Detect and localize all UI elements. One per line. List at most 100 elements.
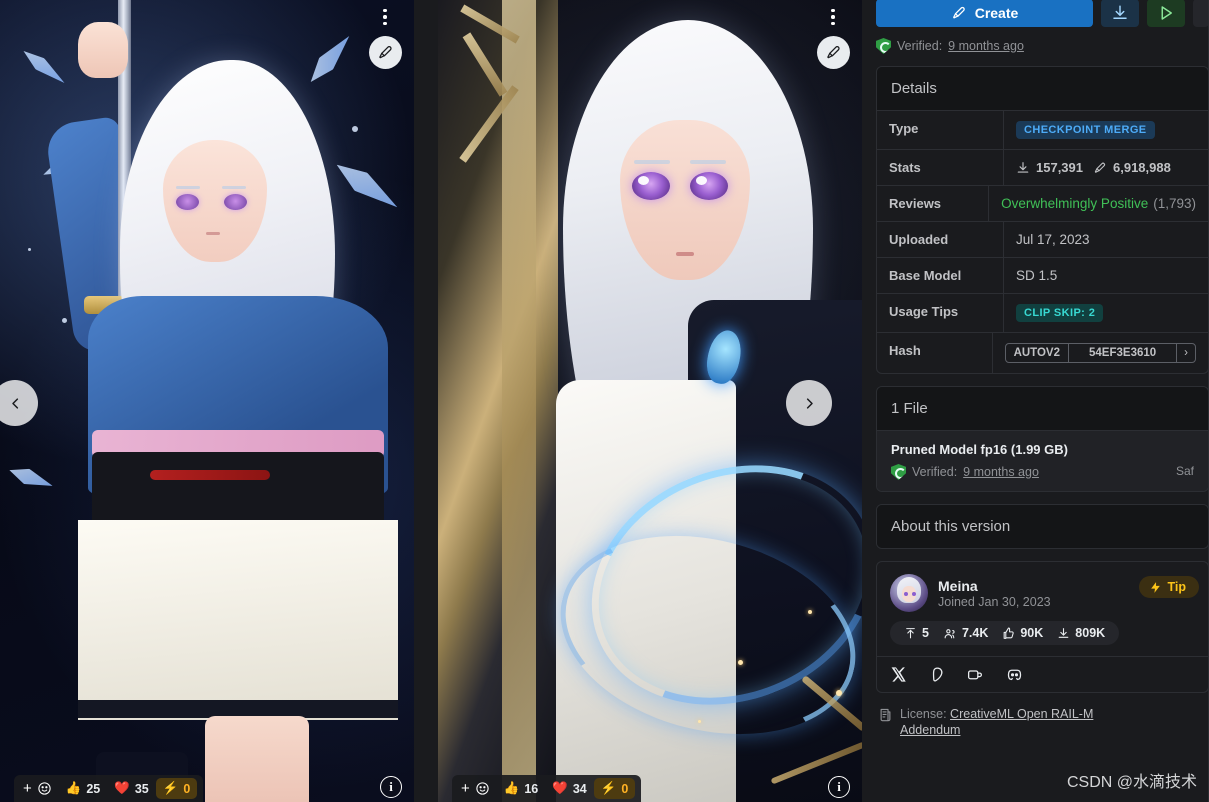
carousel-gap: [414, 0, 438, 802]
reaction-like[interactable]: 👍 25: [59, 778, 107, 799]
reaction-like-count: 25: [86, 781, 101, 796]
details-key: Type: [877, 111, 1004, 149]
reaction-zap-count: 0: [183, 781, 191, 796]
details-key: Hash: [877, 333, 993, 373]
details-row-base-model: Base Model SD 1.5: [877, 257, 1208, 293]
upload-icon: [906, 627, 915, 638]
creator-stat-value: 809K: [1075, 626, 1106, 640]
file-name: Pruned Model fp16 (1.99 GB): [891, 442, 1068, 457]
carousel-slide-2[interactable]: + 👍 16 ❤️ 34 ⚡ 0 i: [438, 0, 862, 802]
carousel-next-button[interactable]: [786, 380, 832, 426]
avatar[interactable]: [890, 574, 928, 612]
model-page: + 👍 25 ❤️ 35 ⚡ 0 i + 👍 16 ❤️ 34 ⚡ 0 i Cr…: [0, 0, 1209, 802]
zap-emoji: ⚡: [162, 781, 179, 795]
play-icon: [1161, 6, 1172, 20]
details-key: Base Model: [877, 258, 1004, 293]
details-title: Details: [877, 67, 1208, 110]
downloads-count: 157,391: [1036, 160, 1083, 175]
creator-stat-likes: 90K: [1002, 626, 1043, 640]
details-row-reviews: Reviews Overwhelmingly Positive (1,793): [877, 185, 1208, 221]
reaction-heart[interactable]: ❤️ 35: [107, 778, 155, 799]
create-button[interactable]: Create: [876, 0, 1093, 27]
info-icon[interactable]: i: [380, 776, 402, 798]
details-row-stats: Stats 157,391 6,918,988: [877, 149, 1208, 185]
info-icon[interactable]: i: [828, 776, 850, 798]
reaction-like[interactable]: 👍 16: [497, 778, 545, 799]
followers-icon: [944, 628, 955, 638]
details-key: Usage Tips: [877, 294, 1004, 332]
generations-stat: 6,918,988: [1093, 160, 1171, 175]
file-format-meta: Saf: [1175, 464, 1194, 478]
reaction-heart[interactable]: ❤️ 34: [545, 778, 593, 799]
creator-stat-followers: 7.4K: [943, 626, 988, 640]
license-label: License:: [900, 707, 947, 721]
tip-button[interactable]: Tip: [1139, 576, 1199, 598]
about-version-title: About this version: [877, 505, 1208, 548]
reaction-zap[interactable]: ⚡ 0: [155, 778, 198, 799]
overflow-button[interactable]: [1193, 0, 1209, 27]
artwork-swordswoman: [0, 0, 414, 802]
more-vertical-icon[interactable]: [372, 4, 398, 30]
thumbs-up-emoji: 👍: [65, 781, 82, 795]
discord-icon[interactable]: [1005, 666, 1024, 683]
more-vertical-icon[interactable]: [820, 4, 846, 30]
creator-socials: [877, 656, 1208, 692]
reviews-rating[interactable]: Overwhelmingly Positive: [1001, 196, 1148, 211]
remix-brush-icon[interactable]: [817, 36, 850, 69]
file-verified-row: Verified: 9 months ago: [891, 464, 1068, 480]
clip-skip-badge: CLIP SKIP: 2: [1016, 304, 1104, 322]
download-button[interactable]: [1101, 0, 1139, 27]
reviews-count: (1,793): [1153, 196, 1196, 211]
reaction-bar-1: + 👍 25 ❤️ 35 ⚡ 0: [14, 775, 204, 802]
reaction-heart-count: 35: [134, 781, 149, 796]
thumbs-up-icon: [1003, 627, 1015, 639]
license-text: License: CreativeML Open RAIL-M Addendum: [900, 707, 1105, 738]
creator-joined: Joined Jan 30, 2023: [938, 594, 1051, 609]
add-reaction-button[interactable]: +: [20, 780, 59, 797]
image-carousel: + 👍 25 ❤️ 35 ⚡ 0 i + 👍 16 ❤️ 34 ⚡ 0 i: [0, 0, 862, 802]
chevron-right-icon[interactable]: ›: [1177, 344, 1195, 362]
details-key: Reviews: [877, 186, 990, 221]
verified-time[interactable]: 9 months ago: [948, 39, 1024, 53]
details-value: SD 1.5: [1016, 268, 1058, 283]
file-verified-time[interactable]: 9 months ago: [963, 465, 1039, 479]
plus-icon: +: [23, 780, 32, 797]
file-row[interactable]: Pruned Model fp16 (1.99 GB) Verified: 9 …: [877, 430, 1208, 491]
run-model-button[interactable]: [1147, 0, 1185, 27]
brush-icon: [1094, 162, 1106, 173]
type-badge: CHECKPOINT MERGE: [1016, 121, 1155, 139]
creator-top: Meina Joined Jan 30, 2023 Tip 5 7.4K 90K…: [877, 562, 1208, 656]
hash-value: 54EF3E3610: [1069, 344, 1178, 362]
creator-name[interactable]: Meina: [938, 578, 1051, 594]
patreon-icon[interactable]: [928, 666, 945, 683]
create-button-label: Create: [974, 5, 1019, 21]
creator-identity-row: Meina Joined Jan 30, 2023 Tip: [890, 574, 1199, 612]
model-verified-row: Verified: 9 months ago: [872, 28, 1209, 54]
add-reaction-button[interactable]: +: [458, 780, 497, 797]
creator-stat-value: 90K: [1020, 626, 1044, 640]
coffee-icon[interactable]: [966, 666, 984, 683]
files-card: 1 File Pruned Model fp16 (1.99 GB) Verif…: [876, 386, 1209, 492]
reaction-zap[interactable]: ⚡ 0: [593, 778, 636, 799]
carousel-slide-1[interactable]: + 👍 25 ❤️ 35 ⚡ 0 i: [0, 0, 414, 802]
reaction-like-count: 16: [524, 781, 539, 796]
creator-stat-downloads: 809K: [1057, 626, 1105, 640]
plus-icon: +: [461, 780, 470, 797]
details-key: Stats: [877, 150, 1004, 185]
reaction-bar-2: + 👍 16 ❤️ 34 ⚡ 0: [452, 775, 642, 802]
remix-brush-icon[interactable]: [369, 36, 402, 69]
shield-check-icon: [876, 38, 891, 54]
reaction-heart-count: 34: [572, 781, 587, 796]
downloads-stat: 157,391: [1016, 160, 1083, 175]
hash-group[interactable]: AUTOV2 54EF3E3610 ›: [1004, 343, 1196, 363]
creator-card: Meina Joined Jan 30, 2023 Tip 5 7.4K 90K…: [876, 561, 1209, 693]
details-value: Overwhelmingly Positive (1,793): [989, 186, 1208, 221]
license-icon: [880, 708, 891, 722]
details-value: Jul 17, 2023: [1016, 232, 1090, 247]
verified-label: Verified:: [897, 39, 943, 53]
download-icon: [1017, 161, 1029, 173]
details-value: CLIP SKIP: 2: [1004, 294, 1208, 332]
x-icon[interactable]: [890, 666, 907, 683]
details-key: Uploaded: [877, 222, 1004, 257]
emoji-icon: [38, 782, 51, 795]
